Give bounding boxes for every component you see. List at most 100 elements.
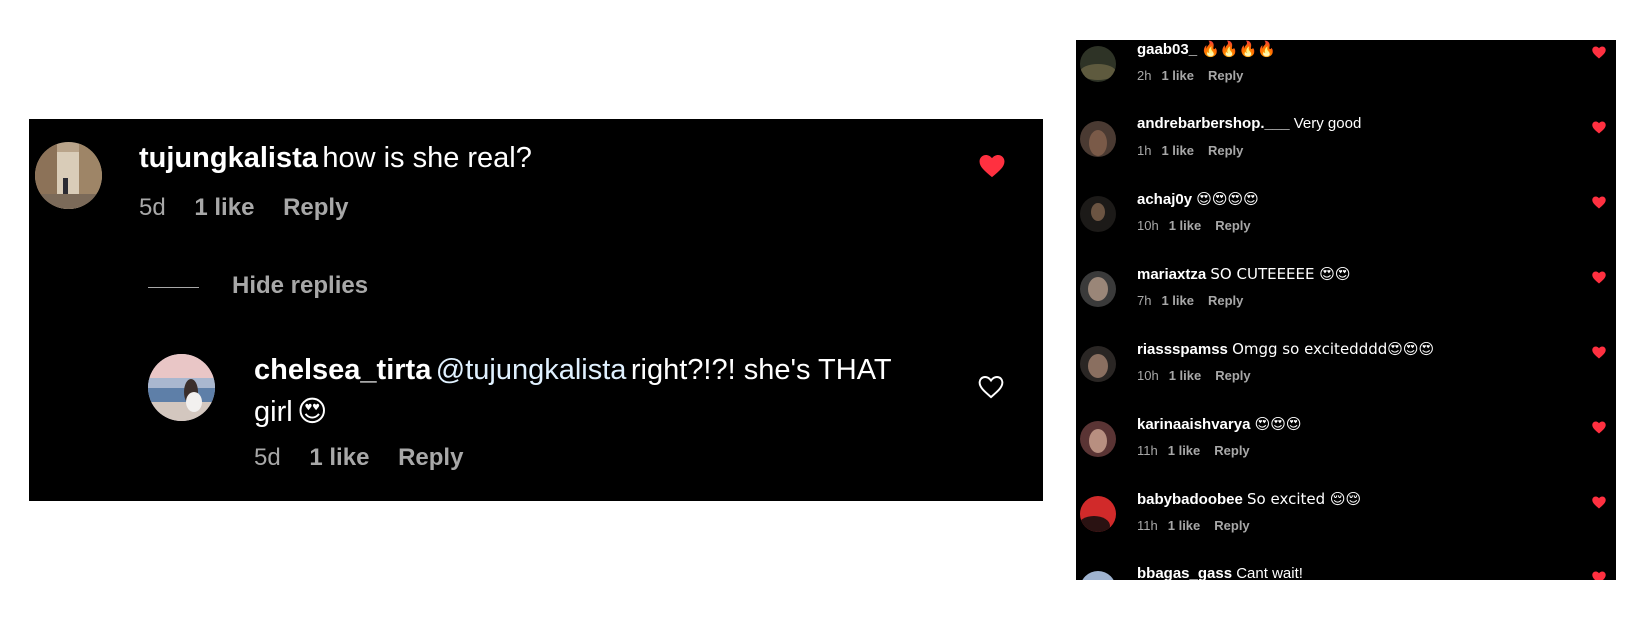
reply-likes-count[interactable]: 1 like (309, 444, 369, 471)
comment-username[interactable]: gaab03_ (1137, 41, 1197, 58)
comment-likes-count[interactable]: 1 like (1161, 293, 1194, 308)
comment-username[interactable]: riassspamss (1137, 341, 1228, 358)
comment-line: gaab03_ 🔥🔥🔥🔥 (1137, 40, 1276, 58)
comment-reply-button[interactable]: Reply (1208, 68, 1243, 83)
avatar[interactable] (1080, 46, 1116, 82)
list-item: babybadoobee So excited 😌😌 11h 1 like Repl… (1076, 488, 1616, 563)
avatar[interactable] (1080, 496, 1116, 532)
avatar[interactable] (1080, 271, 1116, 307)
list-item: achaj0y 😍😍😍😍 10h 1 like Reply (1076, 188, 1616, 263)
heart-filled-icon[interactable] (1592, 46, 1606, 59)
comment-reply-button[interactable]: Reply (283, 194, 348, 221)
comment-thread-panel: tujungkalista how is she real? 5d 1 like… (29, 119, 1043, 501)
comment-reply-button[interactable]: Reply (1215, 368, 1250, 383)
list-item: andrebarbershop.___ Very good 1h 1 like Re… (1076, 113, 1616, 188)
reply-emoji: 😍 (297, 394, 328, 428)
heart-filled-icon[interactable] (1592, 271, 1606, 284)
reply-mention-link[interactable]: @tujungkalista (436, 354, 627, 386)
comment-username[interactable]: achaj0y (1137, 191, 1192, 208)
comment-meta: 11h 1 like Reply (1137, 518, 1250, 533)
comment-line: andrebarbershop.___ Very good (1137, 115, 1361, 132)
comment-username[interactable]: mariaxtza (1137, 266, 1206, 283)
heart-filled-icon[interactable] (1592, 196, 1606, 209)
comment-reply-button[interactable]: Reply (1214, 518, 1249, 533)
comment-time: 5d (139, 194, 166, 221)
reply-text-line1: right?!?! she's THAT (630, 354, 892, 386)
comment-line: tujungkalista how is she real? (139, 142, 532, 175)
comment-line: achaj0y 😍😍😍😍 (1137, 190, 1259, 208)
comment-likes-count[interactable]: 1 like (1168, 443, 1201, 458)
reply-meta: 5d 1 like Reply (254, 444, 463, 472)
comment-text: 😍😍😍😍 (1196, 190, 1259, 208)
heart-filled-icon[interactable] (1592, 346, 1606, 359)
comment-time: 10h (1137, 368, 1159, 383)
comment-username[interactable]: andrebarbershop.___ (1137, 115, 1290, 132)
comment-meta: 10h 1 like Reply (1137, 218, 1251, 233)
heart-filled-icon[interactable] (979, 154, 1005, 183)
comment-text: So excited 😌😌 (1247, 490, 1362, 508)
comment-meta: 5d 1 like Reply (139, 194, 348, 222)
list-item: mariaxtza SO CUTEEEEE 😍😍 7h 1 like Reply (1076, 263, 1616, 338)
comments-list-panel: gaab03_ 🔥🔥🔥🔥 2h 1 like Reply andrebarbersh… (1076, 40, 1616, 580)
comment-line: riassspamss Omgg so excitedddd😍😍😍 (1137, 340, 1434, 358)
comment-text: 🔥🔥🔥🔥 (1201, 40, 1276, 58)
comment-time: 1h (1137, 143, 1152, 158)
comment-meta: 1h 1 like Reply (1137, 143, 1243, 158)
comment-likes-count[interactable]: 1 like (1169, 218, 1202, 233)
heart-filled-icon[interactable] (1592, 571, 1606, 580)
comment-meta: 10h 1 like Reply (1137, 368, 1251, 383)
avatar-tujungkalista[interactable] (35, 142, 102, 209)
comment-meta: 7h 1 like Reply (1137, 293, 1243, 308)
comment-username[interactable]: bbagas_gass (1137, 565, 1232, 580)
comment-text: SO CUTEEEEE 😍😍 (1210, 265, 1351, 283)
comment-line: karinaaishvarya 😍😍😍 (1137, 415, 1302, 433)
comment-reply-button[interactable]: Reply (1214, 443, 1249, 458)
avatar[interactable] (1080, 196, 1116, 232)
avatar[interactable] (1080, 421, 1116, 457)
comment-line: babybadoobee So excited 😌😌 (1137, 490, 1361, 508)
comment-reply-button[interactable]: Reply (1208, 293, 1243, 308)
heart-outline-icon[interactable] (978, 375, 1004, 404)
comment-likes-count[interactable]: 1 like (1168, 518, 1201, 533)
comment-time: 10h (1137, 218, 1159, 233)
reply-comment-body: chelsea_tirta @tujungkalista right?!?! s… (254, 352, 954, 435)
heart-filled-icon[interactable] (1592, 496, 1606, 509)
comment-likes-count[interactable]: 1 like (1169, 368, 1202, 383)
comment-username[interactable]: tujungkalista (139, 142, 318, 174)
list-item: karinaaishvarya 😍😍😍 11h 1 like Reply (1076, 413, 1616, 488)
comment-time: 11h (1137, 443, 1158, 458)
list-item: gaab03_ 🔥🔥🔥🔥 2h 1 like Reply (1076, 40, 1616, 113)
list-item: bbagas_gass Cant wait! (1076, 563, 1616, 580)
comment-time: 2h (1137, 68, 1152, 83)
comment-likes-count[interactable]: 1 like (194, 194, 254, 221)
avatar[interactable] (1080, 571, 1116, 580)
comment-likes-count[interactable]: 1 like (1161, 68, 1194, 83)
heart-filled-icon[interactable] (1592, 121, 1606, 134)
hide-replies-divider (148, 287, 199, 288)
hide-replies-button[interactable]: Hide replies (232, 272, 368, 300)
heart-filled-icon[interactable] (1592, 421, 1606, 434)
comment-text: Very good (1293, 115, 1362, 132)
reply-time: 5d (254, 444, 281, 471)
comment-reply-button[interactable]: Reply (1208, 143, 1243, 158)
comment-username[interactable]: babybadoobee (1137, 491, 1243, 508)
list-item: riassspamss Omgg so excitedddd😍😍😍 10h 1 l… (1076, 338, 1616, 413)
comment-text: how is she real? (322, 142, 532, 174)
comment-reply-button[interactable]: Reply (1215, 218, 1250, 233)
comment-meta: 2h 1 like Reply (1137, 68, 1243, 83)
comment-time: 7h (1137, 293, 1152, 308)
comment-likes-count[interactable]: 1 like (1161, 143, 1194, 158)
comment-time: 11h (1137, 518, 1158, 533)
comment-username[interactable]: karinaaishvarya (1137, 416, 1250, 433)
reply-username[interactable]: chelsea_tirta (254, 354, 431, 386)
comment-meta: 11h 1 like Reply (1137, 443, 1250, 458)
avatar-chelsea-tirta[interactable] (148, 354, 215, 421)
comment-line: bbagas_gass Cant wait! (1137, 565, 1303, 580)
avatar[interactable] (1080, 121, 1116, 157)
comment-line: mariaxtza SO CUTEEEEE 😍😍 (1137, 265, 1351, 283)
avatar[interactable] (1080, 346, 1116, 382)
reply-text-line2: girl (254, 396, 293, 428)
reply-reply-button[interactable]: Reply (398, 444, 463, 471)
comment-text: Omgg so excitedddd😍😍😍 (1232, 340, 1435, 358)
comment-text: 😍😍😍 (1254, 415, 1302, 433)
